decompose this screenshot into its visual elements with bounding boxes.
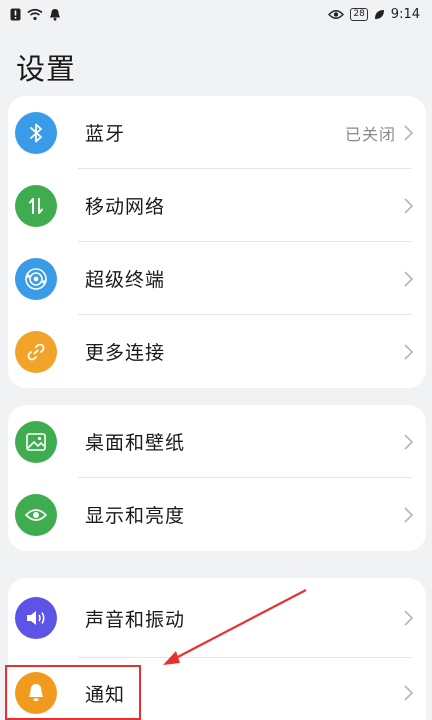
settings-item-mobile-network[interactable]: 移动网络 xyxy=(8,169,426,242)
bluetooth-status: 已关闭 xyxy=(344,124,396,144)
page-title: 设置 xyxy=(16,52,77,86)
settings-item-super-device[interactable]: 超级终端 xyxy=(8,242,426,315)
notification-bell-icon xyxy=(49,8,61,21)
leaf-icon xyxy=(374,9,385,20)
link-icon xyxy=(15,330,57,373)
chevron-right-icon xyxy=(404,685,414,701)
eye-icon xyxy=(15,493,57,536)
settings-item-label: 通知 xyxy=(85,683,126,706)
chevron-right-icon xyxy=(404,343,414,360)
settings-item-label: 移动网络 xyxy=(85,196,166,218)
chevron-right-icon xyxy=(404,506,414,523)
mobile-network-icon xyxy=(15,184,57,227)
settings-item-wallpaper[interactable]: 桌面和壁纸 xyxy=(8,405,426,478)
settings-item-label: 声音和振动 xyxy=(85,608,186,631)
speaker-icon xyxy=(15,597,57,639)
status-bar: 28 9:14 xyxy=(0,0,432,28)
settings-group-connectivity: 蓝牙 已关闭 移动网络 超级终端 更多连接 xyxy=(8,96,426,388)
battery-icon: 28 xyxy=(350,7,368,21)
settings-item-label: 显示和亮度 xyxy=(85,505,186,527)
alert-icon xyxy=(10,8,21,21)
settings-group-display: 桌面和壁纸 显示和亮度 xyxy=(8,405,426,551)
chevron-right-icon xyxy=(404,610,414,626)
status-left xyxy=(10,8,61,21)
settings-item-label: 桌面和壁纸 xyxy=(85,432,186,454)
settings-item-label: 蓝牙 xyxy=(85,123,126,145)
chevron-right-icon xyxy=(404,197,414,214)
settings-item-more-connections[interactable]: 更多连接 xyxy=(8,315,426,388)
bell-icon xyxy=(15,672,57,714)
settings-item-label: 超级终端 xyxy=(85,269,166,291)
settings-item-bluetooth[interactable]: 蓝牙 已关闭 xyxy=(8,96,426,169)
settings-item-notifications[interactable]: 通知 xyxy=(8,658,426,720)
settings-group-sound-notify: 声音和振动 通知 xyxy=(8,578,426,720)
wifi-icon xyxy=(27,8,43,21)
chevron-right-icon xyxy=(404,433,414,450)
bluetooth-icon xyxy=(15,111,57,154)
status-time: 9:14 xyxy=(390,6,420,22)
settings-item-display-brightness[interactable]: 显示和亮度 xyxy=(8,478,426,551)
wallpaper-icon xyxy=(15,420,57,463)
chevron-right-icon xyxy=(404,270,414,287)
chevron-right-icon xyxy=(404,124,414,141)
super-device-icon xyxy=(15,257,57,300)
status-right: 28 9:14 xyxy=(328,7,420,22)
eye-icon xyxy=(328,9,345,20)
settings-item-sound-vibration[interactable]: 声音和振动 xyxy=(8,578,426,658)
settings-item-label: 更多连接 xyxy=(85,342,166,364)
